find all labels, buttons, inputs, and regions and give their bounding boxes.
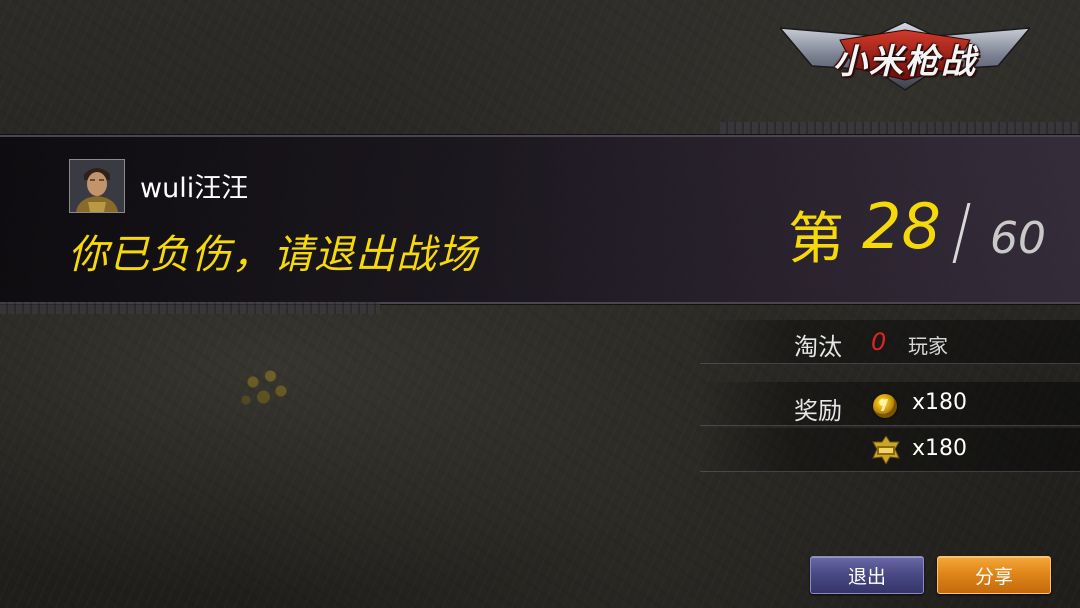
share-button[interactable]: 分享 [937,556,1051,594]
game-logo: 小米枪战 [778,21,1032,92]
rank-prefix: 第 [788,207,844,272]
gold-coin-icon [873,394,897,418]
exit-button[interactable]: 退出 [810,556,924,594]
rank-position: 28 [862,190,941,263]
banner-top-edge [720,122,1080,134]
kills-row [700,320,1080,364]
game-logo-text: 小米枪战 [833,42,977,82]
reward-experience-amount: x180 [912,436,968,461]
player-name: wuli汪汪 [140,173,249,204]
rank-total: 60 [990,213,1046,264]
background-flower-decoration [232,358,302,418]
banner-bottom-edge [0,302,380,314]
reward-coins-amount: x180 [912,390,968,415]
kills-unit: 玩家 [908,334,948,358]
experience-badge-icon [871,435,901,466]
kills-label: 淘汰 [794,333,842,361]
kills-value: 0 [871,328,887,356]
status-message: 你已负伤，请退出战场 [68,232,478,278]
soldier-portrait-icon [70,160,124,212]
reward-label: 奖励 [794,397,842,425]
player-avatar [69,159,125,213]
